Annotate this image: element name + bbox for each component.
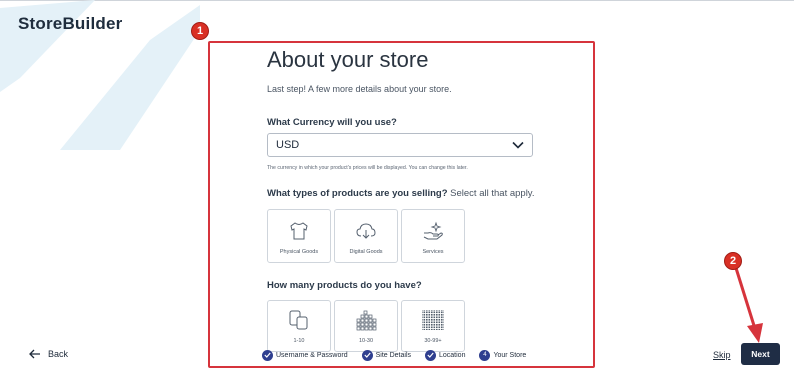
currency-question: What Currency will you use?: [267, 117, 397, 128]
step-label: Username & Password: [276, 351, 348, 359]
step-label: Site Details: [375, 351, 411, 359]
step-location: Location: [425, 349, 466, 361]
check-icon: [262, 349, 273, 361]
skip-link[interactable]: Skip: [713, 350, 731, 360]
tshirt-icon: [290, 222, 308, 240]
cloud-download-icon: [356, 223, 376, 239]
step-your-store: 4 Your Store: [479, 349, 527, 361]
product-count-label: 30-99+: [424, 338, 442, 344]
product-type-physical-goods[interactable]: Physical Goods: [267, 209, 331, 263]
progress-steps: Username & Password Site Details Locatio…: [262, 347, 540, 363]
page-title: About your store: [267, 47, 429, 72]
few-products-icon: [289, 310, 308, 330]
product-count-label: 1-10: [293, 338, 305, 344]
product-count-question: How many products do you have?: [267, 280, 422, 291]
product-type-label: Digital Goods: [349, 249, 383, 255]
product-types-question: What types of products are you selling? …: [267, 188, 535, 199]
product-count-30-99[interactable]: 30-99+: [401, 300, 465, 352]
step-username-password: Username & Password: [262, 349, 348, 361]
step-site-details: Site Details: [361, 349, 411, 361]
arrow-left-icon: [29, 349, 40, 359]
product-type-label: Services: [422, 249, 444, 255]
currency-helper-text: The currency in which your product's pri…: [267, 165, 468, 171]
top-divider: [0, 0, 794, 1]
currency-select-value: USD: [276, 139, 300, 151]
product-type-label: Physical Goods: [279, 249, 319, 255]
product-types-question-suffix: Select all that apply.: [447, 188, 535, 199]
check-icon: [425, 349, 436, 361]
check-icon: [361, 349, 373, 361]
product-count-1-10[interactable]: 1-10: [267, 300, 331, 352]
brand-logo[interactable]: StoreBuilder: [18, 14, 122, 34]
product-type-services[interactable]: Services: [401, 209, 465, 263]
hand-sparkle-icon: [423, 221, 443, 240]
many-products-icon: [422, 310, 444, 330]
some-products-icon: [356, 310, 377, 331]
currency-select[interactable]: USD: [267, 133, 533, 157]
step-label: Location: [439, 351, 466, 359]
annotation-arrow: [734, 267, 763, 343]
product-types-question-text: What types of products are you selling?: [267, 188, 448, 199]
annotation-marker-1: 1: [191, 22, 209, 40]
back-button[interactable]: Back: [29, 349, 68, 359]
page-subtitle: Last step! A few more details about your…: [267, 84, 452, 94]
next-button[interactable]: Next: [741, 343, 780, 365]
product-count-10-30[interactable]: 10-30: [334, 300, 398, 352]
annotation-marker-2: 2: [724, 252, 742, 270]
product-count-label: 10-30: [358, 338, 374, 344]
chevron-down-icon: [512, 141, 524, 149]
back-label: Back: [48, 349, 69, 359]
step-label: Your Store: [493, 351, 527, 359]
product-type-digital-goods[interactable]: Digital Goods: [334, 209, 398, 263]
step-number-badge: 4: [479, 349, 491, 361]
